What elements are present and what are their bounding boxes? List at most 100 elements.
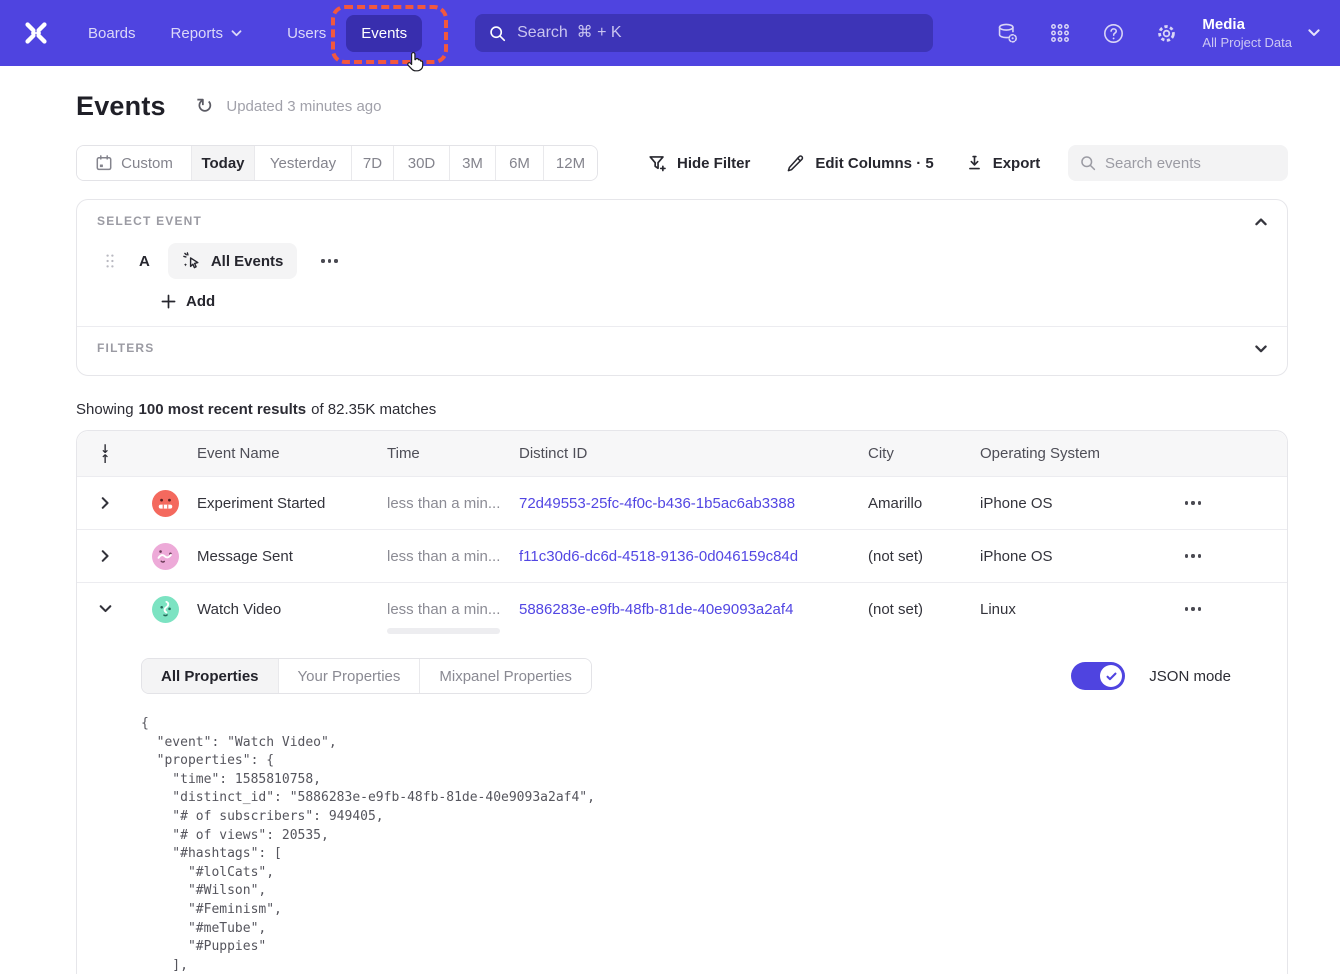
date-range-label: Yesterday — [270, 155, 336, 172]
export-label: Export — [993, 155, 1041, 172]
event-avatar — [152, 596, 179, 623]
hide-filter-button[interactable]: Hide Filter — [648, 154, 750, 173]
date-range-custom[interactable]: Custom — [77, 146, 191, 180]
date-range-today[interactable]: Today — [191, 146, 254, 180]
select-event-section: SELECT EVENT A — [77, 200, 1287, 326]
cursor-pointer-icon — [404, 51, 426, 75]
tab-mixpanel-properties[interactable]: Mixpanel Properties — [419, 659, 591, 693]
row-more-options-icon[interactable] — [1157, 495, 1229, 510]
query-builder-card: SELECT EVENT A — [76, 199, 1288, 376]
calendar-icon — [95, 154, 113, 172]
date-range-30d[interactable]: 30D — [393, 146, 449, 180]
export-button[interactable]: Export — [966, 154, 1041, 172]
search-events-box[interactable] — [1068, 145, 1288, 181]
column-header-os: Operating System — [980, 445, 1157, 462]
top-navbar: Boards Reports Users Events — [0, 0, 1340, 66]
search-icon — [489, 25, 506, 42]
global-search-input[interactable] — [517, 24, 919, 42]
date-range-label: 7D — [363, 155, 382, 172]
json-mode-toggle[interactable] — [1071, 662, 1125, 690]
date-range-label: Custom — [121, 155, 173, 172]
cursor-sparkle-icon — [182, 251, 202, 271]
column-header-city: City — [868, 445, 980, 462]
settings-gear-icon[interactable] — [1154, 21, 1178, 45]
expand-row-chevron-icon[interactable] — [77, 550, 133, 562]
time-column-scrollbar[interactable] — [387, 628, 500, 634]
filters-section: FILTERS — [77, 327, 1287, 375]
collapse-section-chevron-up-icon[interactable] — [1251, 212, 1271, 232]
table-row[interactable]: Message Sent less than a min... f11c30d6… — [77, 529, 1287, 582]
distinct-id-link[interactable]: 5886283e-e9fb-48fb-81de-40e9093a2af4 — [519, 601, 868, 618]
nav-item-boards[interactable]: Boards — [88, 25, 136, 42]
help-icon[interactable] — [1101, 21, 1125, 45]
row-more-options-icon[interactable] — [1157, 601, 1229, 616]
collapse-row-chevron-icon[interactable] — [77, 603, 133, 615]
search-icon — [1080, 155, 1096, 171]
pencil-icon — [786, 154, 805, 173]
column-header-distinct-id: Distinct ID — [519, 445, 868, 462]
column-header-event-name: Event Name — [197, 445, 387, 462]
refresh-icon[interactable]: ↻ — [196, 96, 214, 117]
hide-filter-label: Hide Filter — [677, 155, 750, 172]
edit-columns-button[interactable]: Edit Columns · 5 — [786, 154, 933, 173]
event-json-view: { "event": "Watch Video", "properties": … — [141, 715, 1267, 974]
results-count: 100 most recent results — [139, 401, 307, 418]
tab-your-properties[interactable]: Your Properties — [278, 659, 420, 693]
collapse-all-rows-icon[interactable]: ↓↑ — [100, 444, 110, 464]
project-scope: All Project Data — [1202, 34, 1292, 51]
date-range-yesterday[interactable]: Yesterday — [254, 146, 351, 180]
event-name-cell: Watch Video — [197, 601, 387, 618]
date-range-7d[interactable]: 7D — [351, 146, 393, 180]
city-cell: (not set) — [868, 548, 980, 565]
expand-filters-chevron-down-icon[interactable] — [1251, 339, 1271, 359]
select-event-label: SELECT EVENT — [97, 214, 1267, 228]
time-cell: less than a min... — [387, 495, 519, 512]
search-events-input[interactable] — [1105, 155, 1276, 172]
check-icon — [1106, 672, 1117, 681]
add-event-button[interactable]: Add — [161, 293, 1267, 310]
data-management-icon[interactable] — [995, 21, 1019, 45]
nav-item-users[interactable]: Users — [287, 25, 326, 42]
event-more-options-icon[interactable] — [313, 253, 345, 268]
updated-timestamp: Updated 3 minutes ago — [226, 98, 381, 115]
table-header-row: ↓↑ Event Name Time Distinct ID City Oper… — [77, 431, 1287, 476]
project-chevron-down-icon[interactable] — [1308, 29, 1320, 37]
nav-users-label: Users — [287, 25, 326, 42]
date-range-6m[interactable]: 6M — [495, 146, 543, 180]
nav-item-events[interactable]: Events — [346, 15, 422, 52]
date-range-label: Today — [201, 155, 244, 172]
date-range-label: 12M — [556, 155, 585, 172]
download-icon — [966, 154, 983, 172]
date-range-12m[interactable]: 12M — [543, 146, 597, 180]
os-cell: Linux — [980, 601, 1157, 618]
chevron-down-icon — [231, 30, 242, 37]
event-name-cell: Message Sent — [197, 548, 387, 565]
global-search[interactable] — [475, 14, 933, 52]
drag-handle-icon[interactable] — [105, 253, 117, 269]
mixpanel-logo-icon[interactable] — [20, 17, 52, 49]
time-cell: less than a min... — [387, 601, 519, 618]
distinct-id-link[interactable]: 72d49553-25fc-4f0c-b436-1b5ac6ab3388 — [519, 495, 868, 512]
project-selector[interactable]: Media All Project Data — [1202, 15, 1292, 51]
expanded-row-detail: All Properties Your Properties Mixpanel … — [77, 635, 1287, 974]
date-range-label: 6M — [509, 155, 530, 172]
date-range-3m[interactable]: 3M — [449, 146, 495, 180]
event-chip-label: All Events — [211, 253, 284, 270]
distinct-id-link[interactable]: f11c30d6-dc6d-4518-9136-0d046159c84d — [519, 548, 868, 565]
os-cell: iPhone OS — [980, 495, 1157, 512]
city-cell: Amarillo — [868, 495, 980, 512]
apps-grid-icon[interactable] — [1048, 21, 1072, 45]
events-table: ↓↑ Event Name Time Distinct ID City Oper… — [76, 430, 1288, 974]
table-row[interactable]: Watch Video less than a min... 5886283e-… — [77, 582, 1287, 635]
tab-all-properties[interactable]: All Properties — [142, 659, 278, 693]
nav-boards-label: Boards — [88, 25, 136, 42]
expand-row-chevron-icon[interactable] — [77, 497, 133, 509]
row-more-options-icon[interactable] — [1157, 548, 1229, 563]
table-row[interactable]: Experiment Started less than a min... 72… — [77, 476, 1287, 529]
event-selector-chip[interactable]: All Events — [168, 243, 298, 279]
time-cell: less than a min... — [387, 548, 519, 565]
date-range-control: Custom Today Yesterday 7D 30D 3M 6M 12M — [76, 145, 598, 181]
nav-item-reports[interactable]: Reports — [171, 25, 243, 42]
results-suffix: of 82.35K matches — [311, 401, 436, 418]
edit-columns-label: Edit Columns · 5 — [815, 155, 933, 172]
